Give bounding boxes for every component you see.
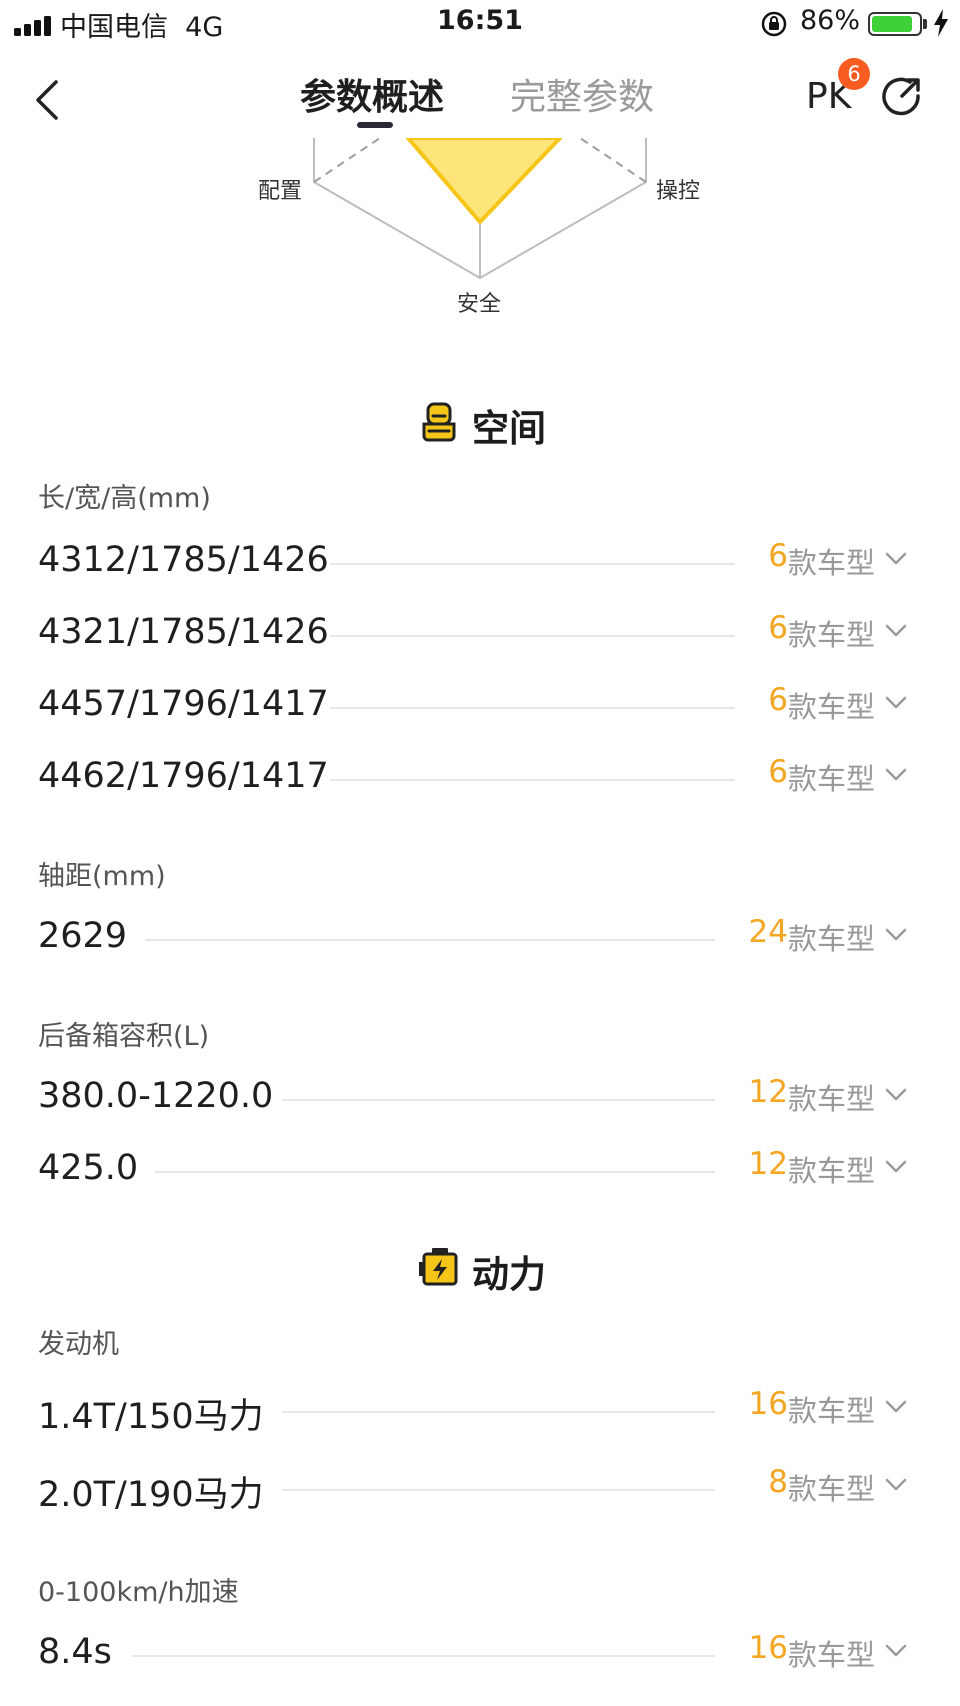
model-count-unit: 款车型 — [788, 922, 876, 956]
row-divider — [282, 1489, 715, 1491]
row-divider — [282, 1411, 715, 1413]
radar-label-config: 配置 — [258, 179, 303, 204]
param-value: 4457/1796/1417 — [38, 684, 329, 724]
model-count-unit: 款车型 — [788, 1082, 876, 1116]
row-divider — [330, 635, 735, 637]
model-count-unit: 款车型 — [788, 762, 876, 796]
chevron-down-icon[interactable] — [884, 1638, 908, 1662]
chevron-down-icon[interactable] — [884, 1082, 908, 1106]
param-value: 4462/1796/1417 — [38, 756, 329, 796]
chevron-down-icon[interactable] — [884, 1394, 908, 1418]
param-row[interactable]: 4462/1796/1417 6 款车型 — [0, 748, 960, 808]
model-count: 12 — [748, 1146, 788, 1182]
param-value: 380.0-1220.0 — [38, 1076, 274, 1116]
label-dimensions: 长/宽/高(mm) — [38, 483, 211, 514]
model-count: 8 — [768, 1464, 788, 1500]
label-trunk: 后备箱容积(L) — [38, 1021, 210, 1052]
row-divider — [132, 1655, 715, 1657]
param-row[interactable]: 4321/1785/1426 6 款车型 — [0, 604, 960, 664]
model-count-unit: 款车型 — [788, 1154, 876, 1188]
param-row[interactable]: 380.0-1220.0 12 款车型 — [0, 1068, 960, 1128]
param-row[interactable]: 4312/1785/1426 6 款车型 — [0, 532, 960, 592]
label-acceleration: 0-100km/h加速 — [38, 1577, 239, 1608]
param-value: 425.0 — [38, 1148, 139, 1188]
active-tab-indicator — [357, 122, 393, 128]
model-count: 6 — [768, 610, 788, 646]
tab-overview[interactable]: 参数概述 — [300, 68, 444, 120]
label-engine: 发动机 — [38, 1329, 119, 1360]
model-count-unit: 款车型 — [788, 546, 876, 580]
param-row[interactable]: 8.4s 16 款车型 — [0, 1624, 960, 1684]
param-value: 4321/1785/1426 — [38, 612, 329, 652]
model-count: 6 — [768, 682, 788, 718]
model-count-unit: 款车型 — [788, 1638, 876, 1672]
param-value: 4312/1785/1426 — [38, 540, 329, 580]
chevron-down-icon[interactable] — [884, 762, 908, 786]
model-count: 6 — [768, 538, 788, 574]
radar-label-safety: 安全 — [457, 292, 502, 317]
param-row[interactable]: 2629 24 款车型 — [0, 908, 960, 968]
param-row[interactable]: 1.4T/150马力 16 款车型 — [0, 1380, 960, 1440]
battery-icon — [868, 12, 922, 36]
param-value: 2629 — [38, 916, 128, 956]
model-count: 16 — [748, 1630, 788, 1666]
chevron-down-icon[interactable] — [884, 618, 908, 642]
nav-bar: 参数概述 完整参数 PK 6 — [0, 48, 960, 138]
chevron-down-icon[interactable] — [884, 690, 908, 714]
model-count-unit: 款车型 — [788, 690, 876, 724]
chevron-down-icon[interactable] — [884, 1472, 908, 1496]
seat-icon — [422, 402, 456, 442]
param-value: 2.0T/190马力 — [38, 1475, 264, 1515]
row-divider — [330, 563, 735, 565]
share-icon[interactable] — [880, 74, 924, 118]
param-row[interactable]: 4457/1796/1417 6 款车型 — [0, 676, 960, 736]
chevron-down-icon[interactable] — [884, 1154, 908, 1178]
chevron-down-icon[interactable] — [884, 546, 908, 570]
row-divider — [330, 707, 735, 709]
model-count-unit: 款车型 — [788, 1394, 876, 1428]
row-divider — [330, 779, 735, 781]
model-count-unit: 款车型 — [788, 618, 876, 652]
model-count: 16 — [748, 1386, 788, 1422]
battery-percent: 86% — [800, 5, 861, 36]
battery-power-icon — [419, 1248, 458, 1286]
param-row[interactable]: 2.0T/190马力 8 款车型 — [0, 1458, 960, 1518]
radar-label-handling: 操控 — [656, 179, 701, 204]
model-count: 12 — [748, 1074, 788, 1110]
row-divider — [155, 1171, 715, 1173]
pk-count-badge: 6 — [838, 58, 870, 90]
rating-radar-chart: 配置 操控 安全 — [0, 136, 960, 338]
param-value: 1.4T/150马力 — [38, 1397, 264, 1437]
model-count: 24 — [748, 914, 788, 950]
section-space-header: 空间 — [0, 392, 960, 452]
label-wheelbase: 轴距(mm) — [38, 861, 166, 892]
row-divider — [145, 939, 715, 941]
section-power-header: 动力 — [0, 1238, 960, 1298]
param-value: 8.4s — [38, 1632, 112, 1672]
model-count-unit: 款车型 — [788, 1472, 876, 1506]
chevron-down-icon[interactable] — [884, 922, 908, 946]
tab-full-params[interactable]: 完整参数 — [510, 68, 654, 120]
rotation-lock-icon — [761, 11, 787, 37]
param-row[interactable]: 425.0 12 款车型 — [0, 1140, 960, 1200]
charging-icon — [934, 9, 948, 37]
model-count: 6 — [768, 754, 788, 790]
section-power-title: 动力 — [472, 1253, 546, 1296]
status-bar: 中国电信 4G 16:51 86% — [0, 0, 960, 48]
row-divider — [282, 1099, 715, 1101]
section-space-title: 空间 — [472, 407, 546, 450]
back-arrow-icon[interactable] — [30, 76, 66, 124]
